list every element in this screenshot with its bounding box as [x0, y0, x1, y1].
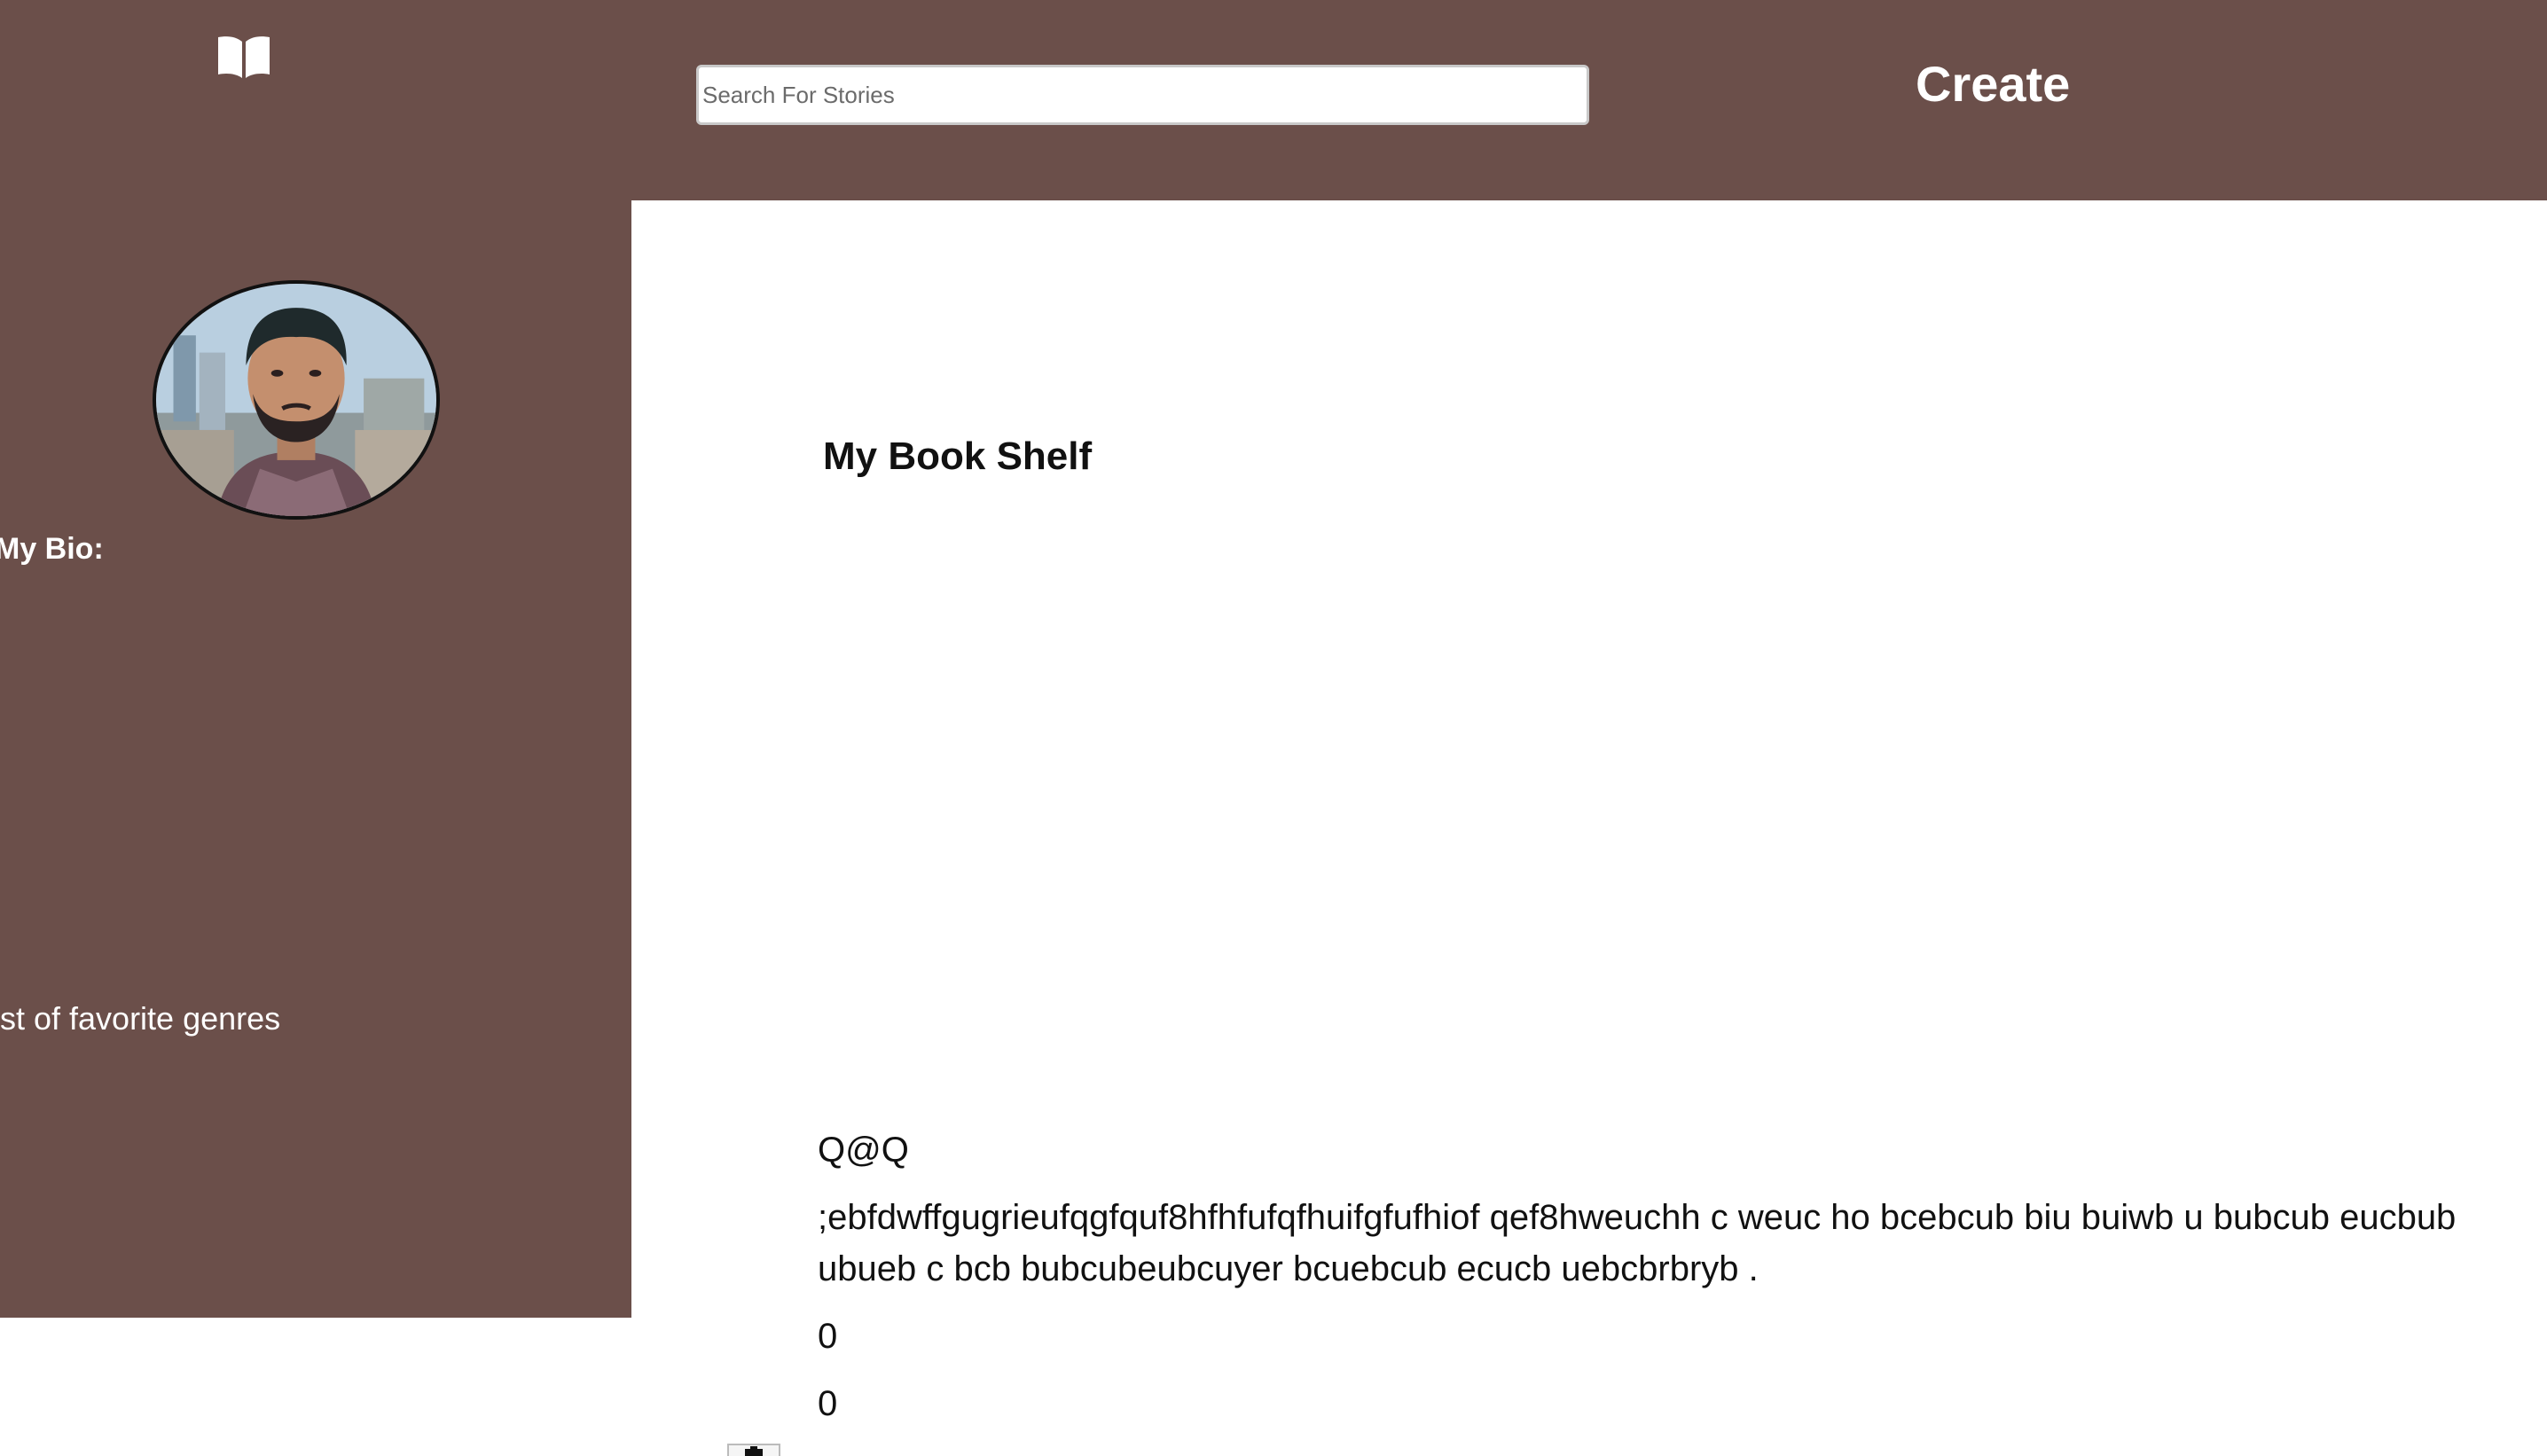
trash-icon	[745, 1446, 763, 1456]
open-book-icon[interactable]	[216, 34, 271, 80]
page-title: My Book Shelf	[823, 434, 1093, 478]
story-card: Q@Q ;ebfdwffgugrieufqgfquf8hfhfufqfhuifg…	[818, 1124, 2458, 1429]
story-count-first: 0	[818, 1317, 838, 1356]
story-title[interactable]: Q@Q	[818, 1124, 2458, 1176]
top-header: Create	[0, 0, 2547, 200]
profile-sidebar: My Bio: ist of favorite genres	[0, 200, 631, 1318]
delete-button[interactable]	[727, 1444, 780, 1456]
create-link[interactable]: Create	[1916, 55, 2070, 113]
favorite-genres-label: ist of favorite genres	[0, 1000, 281, 1037]
story-body: ;ebfdwffgugrieufqgfquf8hfhfufqfhuifgfufh…	[818, 1198, 2457, 1288]
avatar	[153, 280, 440, 520]
story-count-second: 0	[818, 1384, 838, 1423]
search-input[interactable]	[696, 65, 1589, 125]
bio-label: My Bio:	[0, 532, 104, 566]
profile-photo	[156, 284, 436, 516]
